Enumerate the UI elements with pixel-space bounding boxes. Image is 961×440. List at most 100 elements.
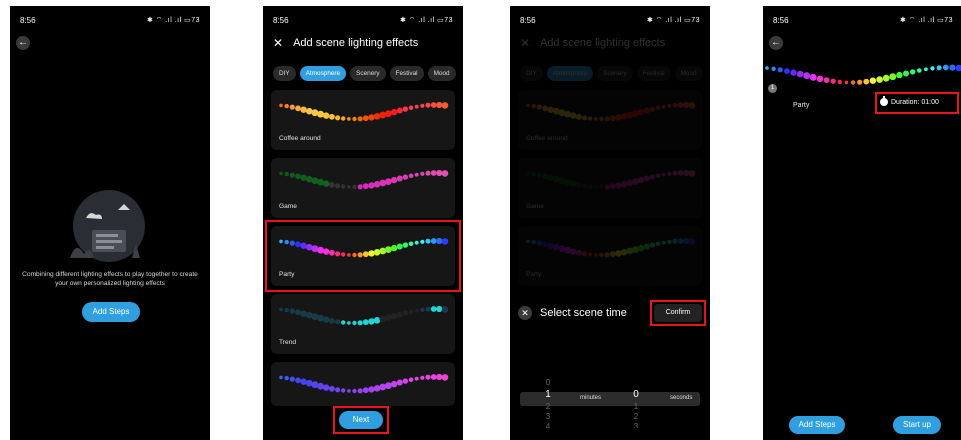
time-picker[interactable]: 0 1 2 3 4 minutes 0 1 2 3 seconds (520, 378, 700, 434)
led-bead (599, 184, 604, 190)
led-bead (667, 171, 672, 176)
led-bead (279, 375, 283, 380)
led-bead (632, 246, 639, 253)
minutes-wheel[interactable]: 0 1 2 3 4 (538, 378, 558, 428)
led-bead (777, 67, 783, 73)
light-strip-preview (526, 237, 696, 258)
empty-state-text: Combining different lighting effects to … (22, 271, 198, 287)
led-bead (368, 318, 375, 325)
led-bead (620, 249, 628, 256)
led-bead (385, 382, 392, 389)
led-bead (637, 108, 645, 116)
tab-diy[interactable]: DIY (273, 66, 296, 81)
led-bead (582, 251, 588, 257)
led-bead (436, 305, 443, 313)
led-bead (955, 64, 961, 72)
led-bead (373, 317, 381, 324)
led-bead (402, 174, 409, 180)
led-bead (390, 312, 398, 320)
led-bead (300, 106, 307, 113)
status-bar: 8:56 ✱ ⌔ .ıl .ıl ▭73 (20, 14, 200, 26)
led-bead (816, 75, 824, 82)
led-bead (279, 103, 283, 108)
seconds-selected: 0 (633, 389, 639, 400)
led-bead (588, 116, 593, 121)
led-bead (632, 178, 639, 185)
screen-select-time: 8:56 ✱ ⌔ .ıl .ıl ▭73 ✕ Add scene lightin… (510, 6, 710, 440)
light-strip-preview (765, 64, 961, 85)
sheet-title: Select scene time (540, 307, 627, 319)
led-bead (570, 248, 577, 255)
led-bead (531, 171, 536, 177)
led-bead (863, 78, 870, 85)
light-strip-preview (279, 373, 449, 394)
empty-illustration-icon (70, 190, 145, 262)
led-bead (672, 102, 678, 108)
close-icon[interactable]: ✕ (273, 36, 283, 50)
seconds-label: seconds (670, 395, 693, 401)
led-bead (357, 184, 363, 190)
tab-atmosphere[interactable]: Atmosphere (299, 66, 347, 81)
led-bead (373, 385, 381, 392)
led-bead (655, 173, 661, 179)
led-bead (672, 170, 678, 176)
led-bead (547, 106, 554, 113)
minutes-selected: 1 (545, 389, 551, 400)
tab-scenery[interactable]: Scenery (350, 66, 386, 81)
tab-mood[interactable]: Mood (427, 66, 456, 81)
led-bead (289, 308, 295, 314)
back-arrow-icon[interactable]: ← (769, 36, 783, 50)
led-bead (362, 183, 369, 190)
led-bead (823, 77, 830, 83)
led-bead (790, 69, 797, 76)
effect-card-trend[interactable]: Trend (271, 294, 455, 354)
led-bead (323, 112, 330, 119)
step-number-badge: 1 (768, 84, 777, 93)
effect-label: Trend (279, 339, 296, 346)
led-bead (341, 116, 346, 121)
led-bead (649, 242, 656, 248)
led-bead (390, 176, 398, 184)
led-bead (300, 174, 307, 181)
led-bead (390, 108, 398, 116)
back-arrow-icon[interactable]: ← (16, 36, 30, 50)
led-bead (609, 183, 616, 190)
led-bead (910, 69, 916, 75)
led-bead (396, 107, 403, 114)
effect-card-game[interactable]: Game (271, 158, 455, 218)
led-bead (385, 314, 392, 321)
screen-steps-list: 8:56 ✱ ⌔ .ıl .ıl ▭73 ← 1 Party Duration:… (763, 6, 961, 440)
led-bead (949, 64, 956, 71)
light-strip-preview (279, 169, 449, 190)
led-bead (536, 104, 542, 110)
led-bead (317, 382, 324, 390)
led-bead (396, 175, 403, 182)
add-steps-button[interactable]: Add Steps (82, 302, 140, 322)
led-bead (615, 114, 622, 121)
led-bead (558, 177, 566, 185)
status-time: 8:56 (273, 15, 289, 25)
led-bead (425, 170, 431, 176)
led-bead (615, 182, 622, 189)
tab-festival[interactable]: Festival (389, 66, 424, 81)
close-icon[interactable]: ✕ (518, 306, 532, 320)
led-bead (542, 241, 548, 248)
add-steps-button[interactable]: Add Steps (789, 416, 845, 434)
confirm-highlight (650, 300, 706, 326)
led-bead (373, 181, 381, 188)
led-bead (341, 184, 346, 189)
effect-card-coffee[interactable]: Coffee around (271, 90, 455, 150)
led-bead (323, 316, 330, 323)
step-effect-name: Party (793, 102, 810, 109)
led-bead (655, 105, 661, 111)
led-bead (289, 172, 295, 178)
led-bead (526, 239, 530, 244)
status-time: 8:56 (20, 15, 36, 25)
page-header: ✕ Add scene lighting effects (273, 36, 418, 50)
led-bead (582, 183, 588, 189)
led-bead (414, 308, 419, 313)
led-bead (930, 66, 935, 71)
seconds-wheel[interactable]: 0 1 2 3 (626, 378, 646, 428)
effect-card-more[interactable] (271, 362, 455, 406)
start-up-button[interactable]: Start up (893, 416, 941, 434)
